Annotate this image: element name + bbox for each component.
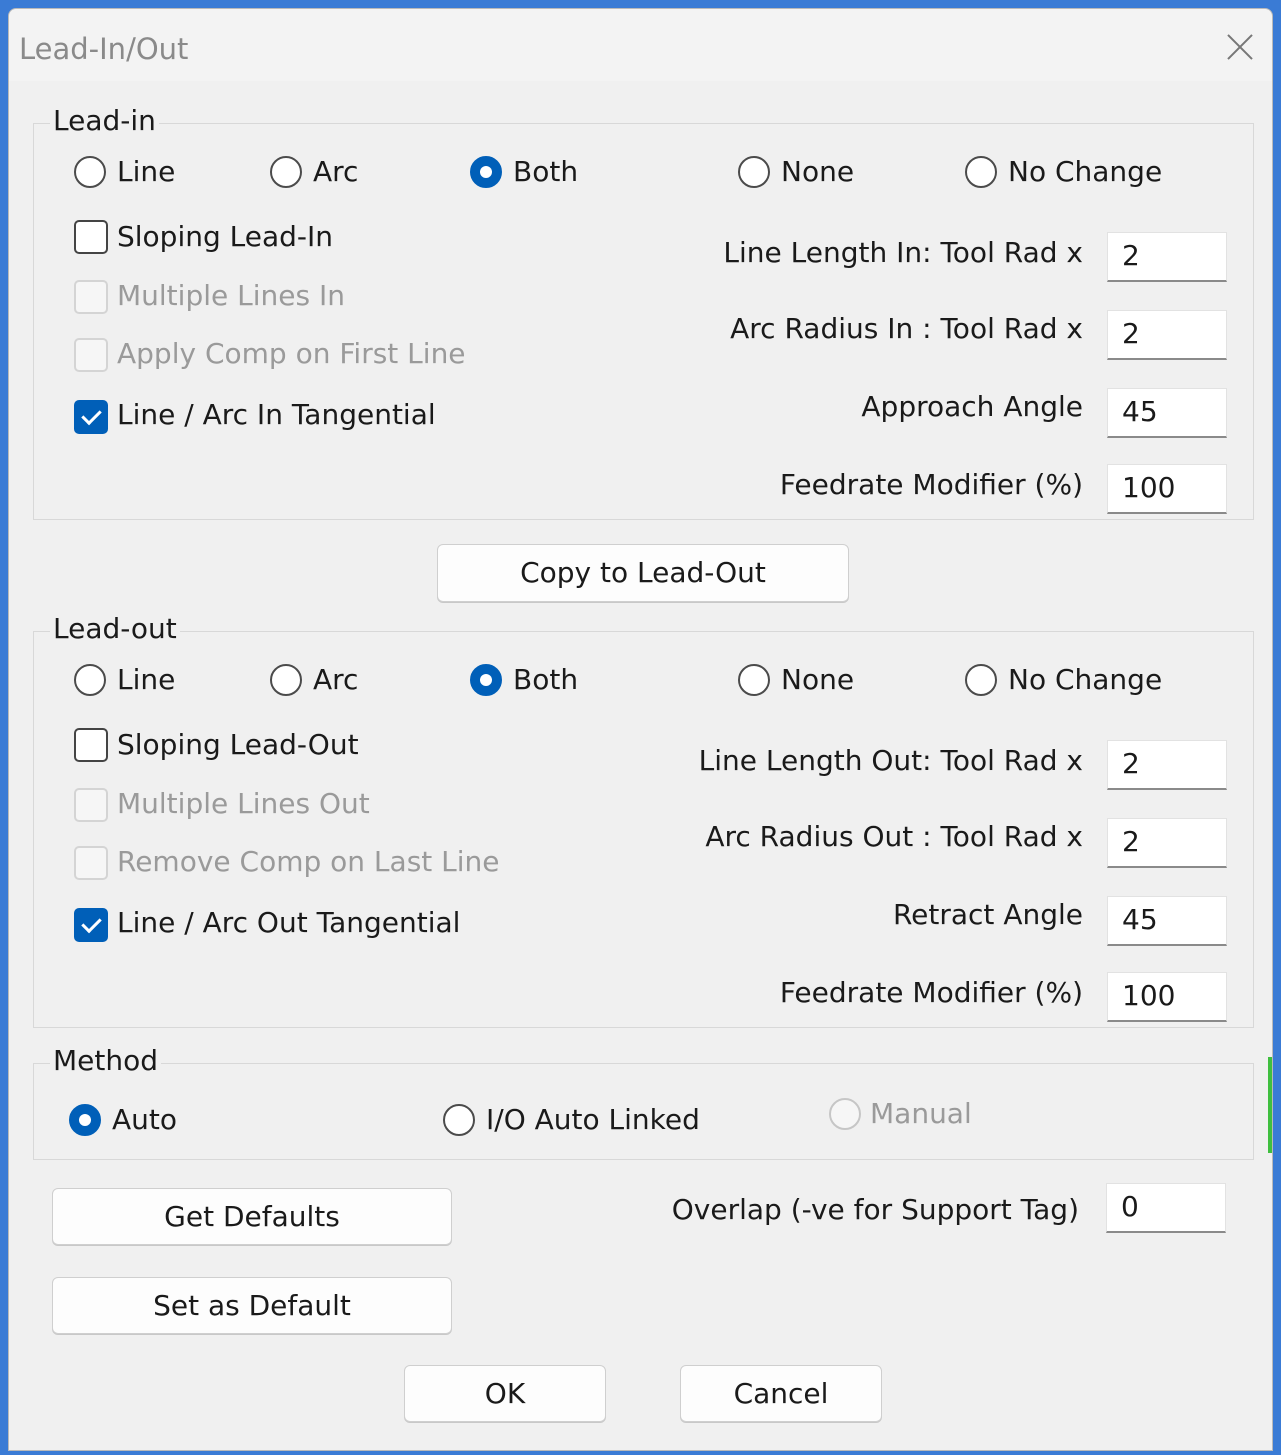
ok-button[interactable]: OK xyxy=(404,1365,606,1422)
multiple-lines-out-checkbox[interactable] xyxy=(74,788,108,822)
sloping-lead-out-label[interactable]: Sloping Lead-Out xyxy=(117,728,359,761)
lead-in-feedrate-input[interactable]: 100 xyxy=(1107,464,1227,514)
lead-out-radio-none[interactable] xyxy=(738,664,770,696)
lead-out-radio-line-label[interactable]: Line xyxy=(117,663,175,696)
get-defaults-button[interactable]: Get Defaults xyxy=(52,1188,452,1245)
lead-in-radio-both[interactable] xyxy=(470,156,502,188)
lead-out-radio-arc-label[interactable]: Arc xyxy=(313,663,358,696)
lead-out-radio-no-change[interactable] xyxy=(965,664,997,696)
lead-in-radio-line-label[interactable]: Line xyxy=(117,155,175,188)
lead-in-radio-none-label[interactable]: None xyxy=(781,155,854,188)
lead-in-radio-no-change-label[interactable]: No Change xyxy=(1008,155,1162,188)
background-window-edge xyxy=(1268,1057,1272,1153)
retract-angle-input[interactable]: 45 xyxy=(1107,896,1227,946)
close-icon[interactable] xyxy=(1220,27,1260,67)
arc-radius-in-label: Arc Radius In : Tool Rad x xyxy=(730,312,1083,345)
remove-comp-last-line-label: Remove Comp on Last Line xyxy=(117,845,500,878)
lead-in-out-dialog: Lead-In/Out Lead-in Line Arc Both None N… xyxy=(8,8,1273,1451)
retract-angle-label: Retract Angle xyxy=(892,898,1083,931)
lead-in-radio-both-label[interactable]: Both xyxy=(513,155,578,188)
method-radio-auto[interactable] xyxy=(69,1104,101,1136)
method-legend: Method xyxy=(50,1044,162,1077)
method-group: Method Auto I/O Auto Linked Manual xyxy=(33,1044,1254,1160)
lead-in-legend: Lead-in xyxy=(50,104,159,137)
line-arc-out-tangential-label[interactable]: Line / Arc Out Tangential xyxy=(117,906,460,939)
approach-angle-label: Approach Angle xyxy=(861,390,1083,423)
lead-in-radio-line[interactable] xyxy=(74,156,106,188)
multiple-lines-in-checkbox[interactable] xyxy=(74,280,108,314)
lead-out-radio-line[interactable] xyxy=(74,664,106,696)
multiple-lines-in-label: Multiple Lines In xyxy=(117,279,345,312)
line-arc-in-tangential-checkbox[interactable] xyxy=(74,400,108,434)
sloping-lead-in-checkbox[interactable] xyxy=(74,220,108,254)
lead-out-feedrate-label: Feedrate Modifier (%) xyxy=(779,976,1083,1009)
line-arc-out-tangential-checkbox[interactable] xyxy=(74,908,108,942)
copy-to-lead-out-button[interactable]: Copy to Lead-Out xyxy=(437,544,849,602)
lead-in-radio-no-change[interactable] xyxy=(965,156,997,188)
lead-out-radio-arc[interactable] xyxy=(270,664,302,696)
lead-out-radio-both-label[interactable]: Both xyxy=(513,663,578,696)
method-radio-io-auto-linked[interactable] xyxy=(443,1104,475,1136)
method-radio-manual-label: Manual xyxy=(870,1097,972,1130)
method-radio-manual[interactable] xyxy=(829,1098,861,1130)
apply-comp-first-line-checkbox[interactable] xyxy=(74,338,108,372)
method-radio-auto-label[interactable]: Auto xyxy=(112,1103,177,1136)
line-arc-in-tangential-label[interactable]: Line / Arc In Tangential xyxy=(117,398,436,431)
set-as-default-button[interactable]: Set as Default xyxy=(52,1277,452,1334)
lead-out-legend: Lead-out xyxy=(50,612,180,645)
lead-in-radio-arc-label[interactable]: Arc xyxy=(313,155,358,188)
lead-out-feedrate-input[interactable]: 100 xyxy=(1107,972,1227,1022)
sloping-lead-in-label[interactable]: Sloping Lead-In xyxy=(117,220,333,253)
lead-out-group: Lead-out Line Arc Both None No Change Sl… xyxy=(33,612,1254,1028)
line-length-out-label: Line Length Out: Tool Rad x xyxy=(698,744,1083,777)
lead-in-radio-none[interactable] xyxy=(738,156,770,188)
line-length-in-input[interactable]: 2 xyxy=(1107,232,1227,282)
arc-radius-out-input[interactable]: 2 xyxy=(1107,818,1227,868)
approach-angle-input[interactable]: 45 xyxy=(1107,388,1227,438)
line-length-out-input[interactable]: 2 xyxy=(1107,740,1227,790)
lead-in-radio-arc[interactable] xyxy=(270,156,302,188)
lead-out-radio-both[interactable] xyxy=(470,664,502,696)
overlap-input[interactable]: 0 xyxy=(1106,1183,1226,1233)
remove-comp-last-line-checkbox[interactable] xyxy=(74,846,108,880)
overlap-label: Overlap (-ve for Support Tag) xyxy=(671,1193,1079,1226)
lead-in-group: Lead-in Line Arc Both None No Change Slo… xyxy=(33,104,1254,520)
arc-radius-out-label: Arc Radius Out : Tool Rad x xyxy=(705,820,1083,853)
lead-in-feedrate-label: Feedrate Modifier (%) xyxy=(779,468,1083,501)
title-bar: Lead-In/Out xyxy=(9,9,1272,81)
lead-out-radio-no-change-label[interactable]: No Change xyxy=(1008,663,1162,696)
multiple-lines-out-label: Multiple Lines Out xyxy=(117,787,370,820)
method-radio-io-auto-linked-label[interactable]: I/O Auto Linked xyxy=(486,1103,700,1136)
arc-radius-in-input[interactable]: 2 xyxy=(1107,310,1227,360)
line-length-in-label: Line Length In: Tool Rad x xyxy=(723,236,1083,269)
sloping-lead-out-checkbox[interactable] xyxy=(74,728,108,762)
apply-comp-first-line-label: Apply Comp on First Line xyxy=(117,337,466,370)
window-title: Lead-In/Out xyxy=(19,32,189,66)
cancel-button[interactable]: Cancel xyxy=(680,1365,882,1422)
lead-out-radio-none-label[interactable]: None xyxy=(781,663,854,696)
